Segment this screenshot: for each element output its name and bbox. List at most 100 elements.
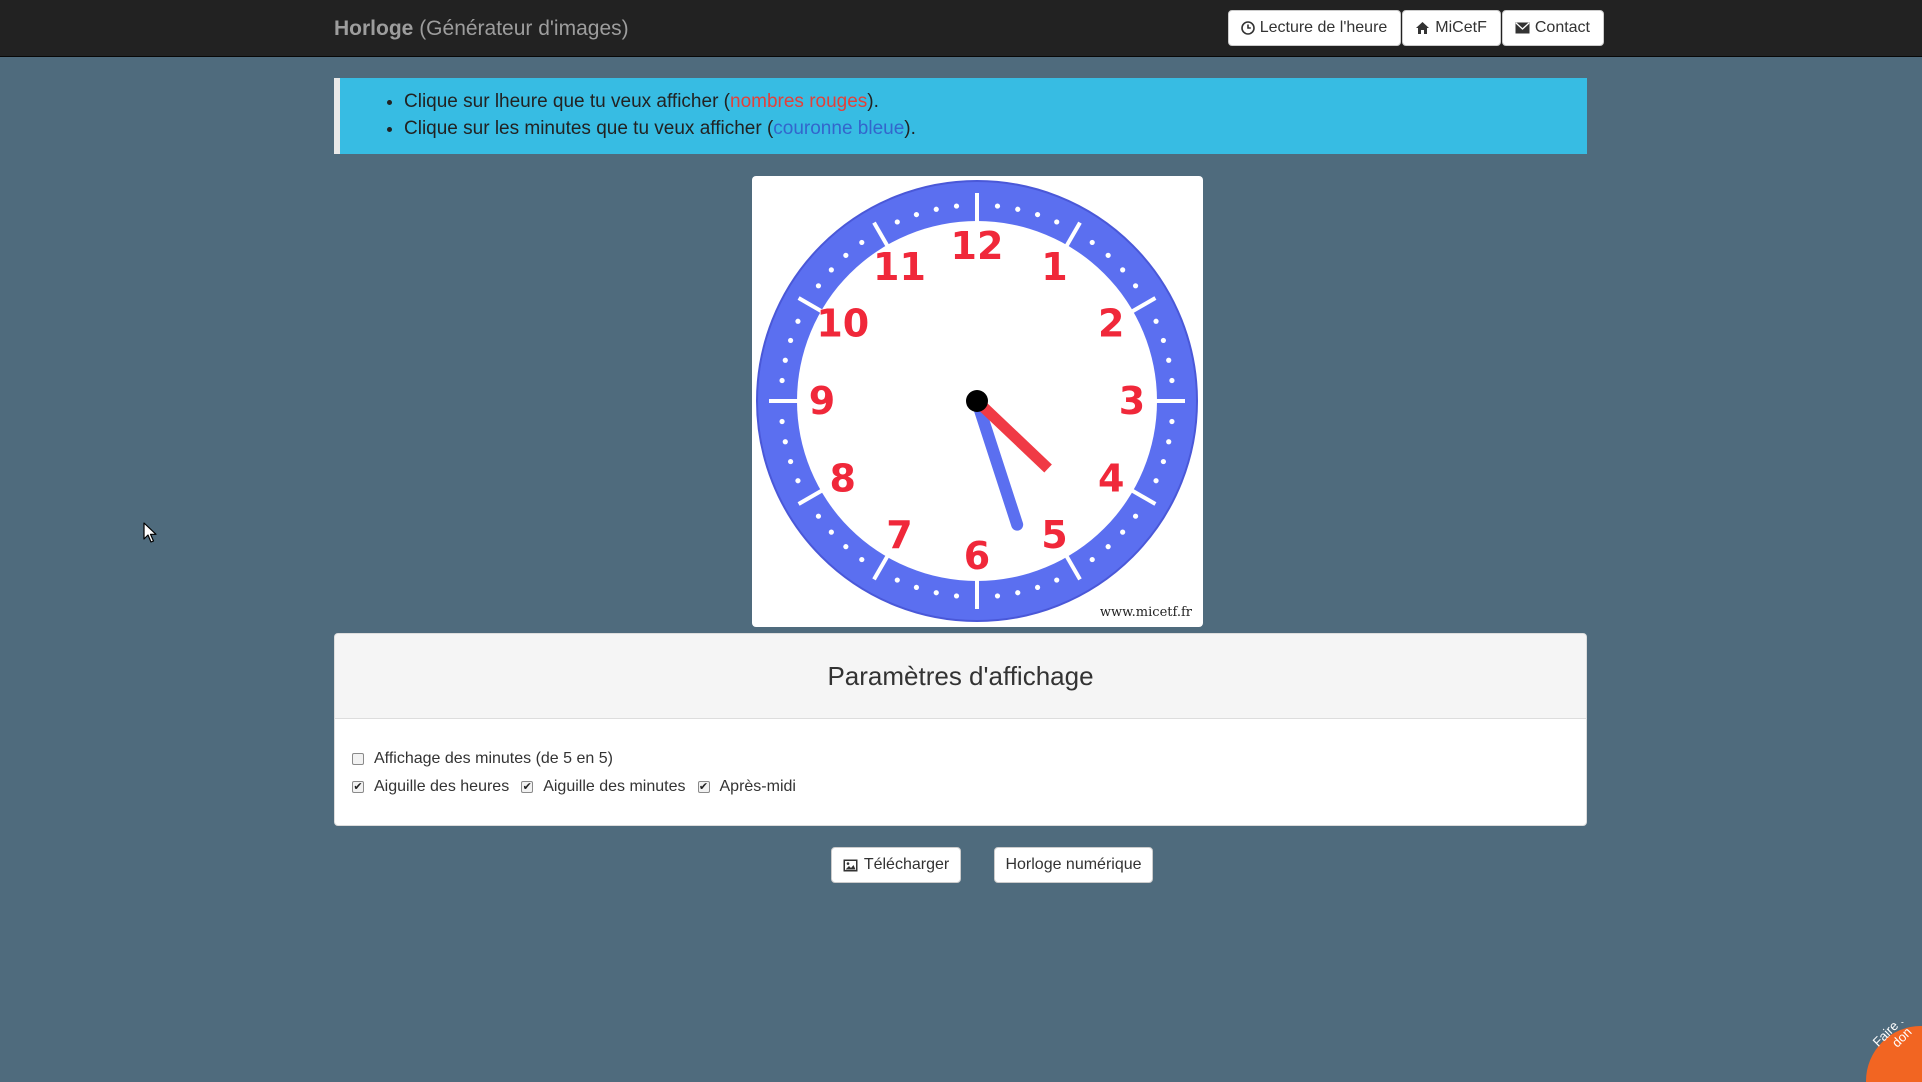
minute-dot (994, 203, 1001, 209)
minute-dot (828, 267, 834, 273)
image-icon (843, 859, 858, 871)
minute-dot (1132, 513, 1139, 519)
hour-number: 7 (886, 513, 912, 557)
minute-dot (1054, 219, 1060, 225)
hour-number: 9 (809, 379, 835, 423)
hour-number: 2 (1098, 302, 1124, 346)
clock-face[interactable]: 12 12 3 45 6 78 9 1011 www.micetf.fr (752, 176, 1203, 627)
minute-dot (1034, 211, 1041, 218)
instructions-box: Clique sur lheure que tu veux afficher (… (334, 78, 1587, 154)
minute-dot (894, 219, 900, 225)
minute-dot (1105, 252, 1111, 258)
minute-dot (913, 211, 920, 218)
hour-number: 4 (1098, 457, 1124, 501)
clock-image[interactable]: 12 1 2 3 4 5 6 7 8 9 10 11 www.micetf.fr (752, 176, 1203, 627)
hour-number: 5 (1041, 513, 1067, 557)
minute-dot (913, 584, 920, 591)
minute-dot (795, 478, 801, 484)
download-label: Télécharger (863, 856, 950, 873)
minute-dot (1034, 584, 1041, 591)
minute-dot (815, 283, 822, 289)
minute-dot (1169, 377, 1175, 384)
minute-dot (894, 577, 900, 583)
micetf-label: MiCetF (1435, 19, 1487, 36)
hour-number: 11 (873, 245, 926, 289)
option-minutes-display[interactable]: Affichage des minutes (de 5 en 5) (352, 750, 613, 768)
contact-label: Contact (1534, 19, 1590, 36)
envelope-icon (1515, 22, 1530, 34)
settings-body: Affichage des minutes (de 5 en 5) ✔ Aigu… (335, 719, 1586, 801)
hour-hand-checkbox[interactable]: ✔ (352, 781, 364, 793)
minute-dot (787, 458, 794, 465)
minute-dot (1160, 458, 1167, 465)
minute-dot (1120, 267, 1126, 273)
blue-ring-link: couronne bleue (773, 118, 905, 139)
minute-dot (1120, 529, 1126, 535)
minute-dot (859, 556, 865, 563)
settings-title: Paramètres d'affichage (335, 634, 1586, 719)
instruction-minutes-text: Clique sur les minutes que tu veux affic… (404, 118, 774, 139)
donate-badge[interactable]: Faire un don (1862, 1022, 1922, 1082)
minute-dot (1105, 544, 1111, 550)
afternoon-label: Après-midi (719, 778, 796, 795)
minute-hand-checkbox[interactable]: ✔ (521, 781, 534, 793)
minute-dot (1160, 337, 1167, 344)
nav-buttons: Lecture de l'heure MiCetF Contact (1227, 10, 1604, 46)
navbar: Horloge (Générateur d'images) Lecture de… (0, 0, 1922, 57)
center-pin (966, 390, 988, 412)
brand-subtitle: (Générateur d'images) (419, 17, 629, 40)
minute-dot (1089, 556, 1095, 563)
minute-dot (787, 337, 794, 344)
brand[interactable]: Horloge (Générateur d'images) (334, 17, 629, 41)
minute-hand-label: Aiguille des minutes (543, 778, 686, 795)
settings-row-2: ✔ Aiguille des heures ✔ Aiguille des min… (352, 773, 1586, 801)
option-minute-hand[interactable]: ✔ Aiguille des minutes (521, 778, 686, 796)
hour-number: 6 (964, 534, 990, 578)
minute-dot (1153, 478, 1159, 484)
minute-dot (1015, 590, 1021, 596)
minute-dot (779, 418, 785, 425)
contact-button[interactable]: Contact (1501, 10, 1604, 46)
instruction-minutes: Clique sur les minutes que tu veux affic… (404, 115, 1587, 142)
micetf-button[interactable]: MiCetF (1402, 10, 1501, 46)
brand-title: Horloge (334, 17, 414, 40)
minute-dot (994, 593, 1001, 599)
minutes-display-checkbox[interactable] (352, 753, 364, 765)
minutes-display-label: Affichage des minutes (de 5 en 5) (374, 750, 613, 767)
settings-row-1: Affichage des minutes (de 5 en 5) (352, 745, 1586, 773)
hour-number: 8 (830, 457, 856, 501)
instruction-minutes-end: ). (904, 118, 916, 139)
minute-dot (859, 239, 865, 246)
minute-dot (1015, 206, 1021, 212)
instruction-hours-text: Clique sur lheure que tu veux afficher ( (404, 91, 730, 112)
instructions-list: Clique sur lheure que tu veux afficher (… (340, 78, 1587, 142)
minute-dot (1153, 318, 1159, 324)
option-hour-hand[interactable]: ✔ Aiguille des heures (352, 778, 509, 796)
watermark: www.micetf.fr (1100, 605, 1193, 620)
home-icon (1416, 22, 1430, 34)
option-afternoon[interactable]: ✔ Après-midi (697, 778, 796, 796)
hour-hand-label: Aiguille des heures (374, 778, 510, 795)
hour-number: 10 (816, 302, 869, 346)
reading-time-button[interactable]: Lecture de l'heure (1227, 10, 1402, 46)
settings-panel: Paramètres d'affichage Affichage des min… (334, 633, 1587, 826)
reading-time-label: Lecture de l'heure (1259, 19, 1388, 36)
digital-clock-button[interactable]: Horloge numérique (994, 847, 1153, 883)
red-numbers-link: nombres rouges (730, 91, 868, 112)
minute-dot (782, 357, 788, 363)
hour-number: 12 (951, 224, 1004, 268)
minute-dot (933, 206, 939, 212)
minute-dot (1089, 239, 1095, 246)
hour-number: 3 (1119, 379, 1145, 423)
download-button[interactable]: Télécharger (831, 847, 961, 883)
minute-dot (1132, 283, 1139, 289)
minute-dot (953, 203, 960, 209)
minute-dot (1169, 418, 1175, 425)
instruction-hours-end: ). (867, 91, 879, 112)
digital-clock-label: Horloge numérique (1005, 856, 1142, 873)
afternoon-checkbox[interactable]: ✔ (697, 781, 710, 793)
minute-dot (782, 439, 788, 445)
instruction-hours: Clique sur lheure que tu veux afficher (… (404, 88, 1587, 115)
minute-dot (828, 529, 834, 535)
minute-dot (815, 513, 822, 519)
